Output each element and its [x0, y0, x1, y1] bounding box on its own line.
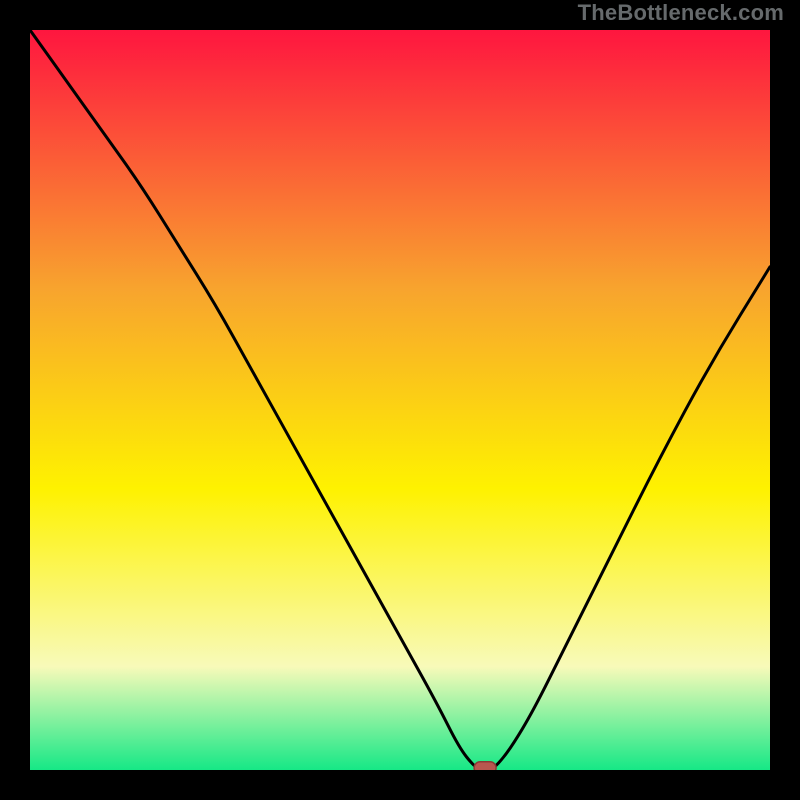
watermark-text: TheBottleneck.com [578, 0, 784, 26]
gradient-background [30, 30, 770, 770]
bottleneck-chart-svg [30, 30, 770, 770]
plot-area [30, 30, 770, 770]
chart-frame: TheBottleneck.com [0, 0, 800, 800]
optimal-point-marker [474, 762, 496, 770]
